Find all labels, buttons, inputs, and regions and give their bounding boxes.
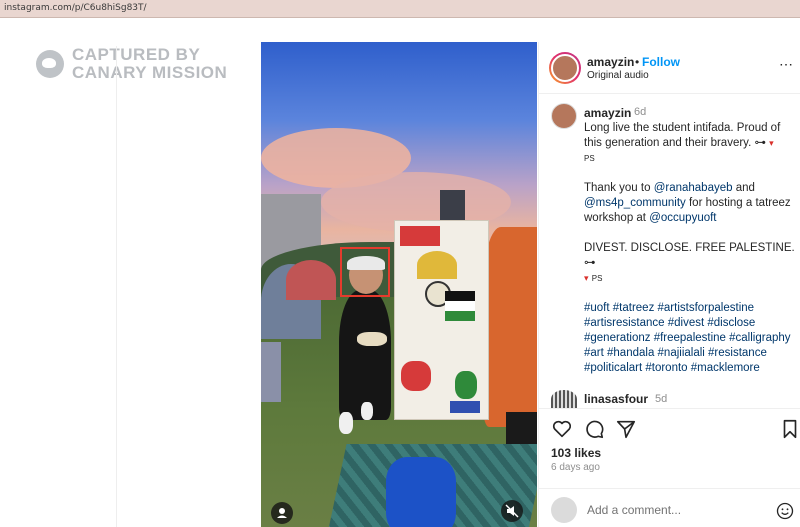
mention-link[interactable]: @ranahabayeb: [654, 182, 733, 194]
mention-link[interactable]: @ms4p_community: [584, 197, 686, 209]
post-username[interactable]: amayzin: [587, 55, 634, 69]
watermark-text: CAPTURED BY CANARY MISSION: [72, 46, 227, 82]
caption-avatar[interactable]: [551, 103, 577, 129]
photo-tent: [286, 260, 336, 300]
comment-avatar[interactable]: [551, 390, 577, 408]
comment-icon[interactable]: [583, 418, 605, 440]
photo-bag: [357, 332, 387, 346]
follow-button[interactable]: Follow: [642, 55, 680, 69]
comment-time: 5d: [655, 393, 668, 405]
caption-paragraph: Thank you to @ranahabayeb and @ms4p_comm…: [584, 182, 791, 224]
browser-url-bar[interactable]: instagram.com/p/C6u8hiSg83T/: [0, 0, 800, 18]
comment-username[interactable]: linasasfour: [584, 392, 648, 406]
post-image[interactable]: [261, 42, 537, 527]
heart-icon[interactable]: [551, 418, 573, 440]
watermark-line2: CANARY MISSION: [72, 63, 228, 82]
caption-username[interactable]: amayzin: [584, 106, 631, 120]
canary-logo-icon: [36, 50, 64, 78]
post-caption: amayzin 6d Long live the student intifad…: [539, 95, 800, 397]
likes-count[interactable]: 103 likes: [551, 446, 601, 460]
watermark: CAPTURED BY CANARY MISSION: [36, 46, 227, 82]
ps-flag: PS: [591, 274, 603, 283]
more-options-icon[interactable]: ⋯: [779, 56, 794, 73]
action-bar: [539, 408, 800, 448]
emoji-icon[interactable]: [775, 501, 795, 521]
face-highlight-box: [340, 247, 390, 297]
key-emoji: ⊶: [754, 137, 766, 149]
mute-icon[interactable]: [501, 500, 523, 522]
hashtags[interactable]: #uoft #tatreez #artistsforpalestine #art…: [584, 301, 796, 376]
post-header: amayzin • Follow Original audio ⋯: [539, 42, 800, 94]
key-emoji: ⊶: [584, 257, 596, 269]
separator-dot: •: [635, 55, 640, 69]
url-text[interactable]: instagram.com/p/C6u8hiSg83T/: [4, 3, 147, 13]
photo-tent: [483, 227, 537, 427]
person-icon[interactable]: [271, 502, 293, 524]
post-age[interactable]: 6 days ago: [551, 462, 600, 473]
page-divider: [116, 46, 117, 527]
audio-label[interactable]: Original audio: [587, 70, 649, 81]
share-icon[interactable]: [615, 418, 637, 440]
heart-emoji: ▾: [769, 138, 774, 148]
caption-paragraph: DIVEST. DISCLOSE. FREE PALESTINE. ⊶ ▾ PS: [584, 242, 795, 283]
caption-paragraph: Long live the student intifada. Proud of…: [584, 122, 781, 163]
photo-art-board: [394, 220, 489, 420]
bookmark-icon[interactable]: [779, 418, 800, 440]
comment-input[interactable]: [587, 501, 767, 519]
avatar[interactable]: [549, 52, 581, 84]
mention-link[interactable]: @occupyuoft: [649, 212, 716, 224]
watermark-line1: CAPTURED BY: [72, 45, 201, 64]
photo-person: [339, 290, 391, 420]
comment-row: linasasfour 5d: [551, 390, 800, 408]
ps-flag: PS: [584, 154, 595, 163]
photo-tent: [261, 342, 281, 402]
caption-time[interactable]: 6d: [634, 106, 646, 118]
viewer-avatar: [551, 497, 577, 523]
post-sidebar: amayzin • Follow Original audio ⋯ amayzi…: [538, 42, 800, 527]
caption-body: Long live the student intifada. Proud of…: [584, 121, 796, 391]
heart-emoji: ▾: [584, 273, 589, 283]
add-comment-bar: [539, 488, 800, 527]
